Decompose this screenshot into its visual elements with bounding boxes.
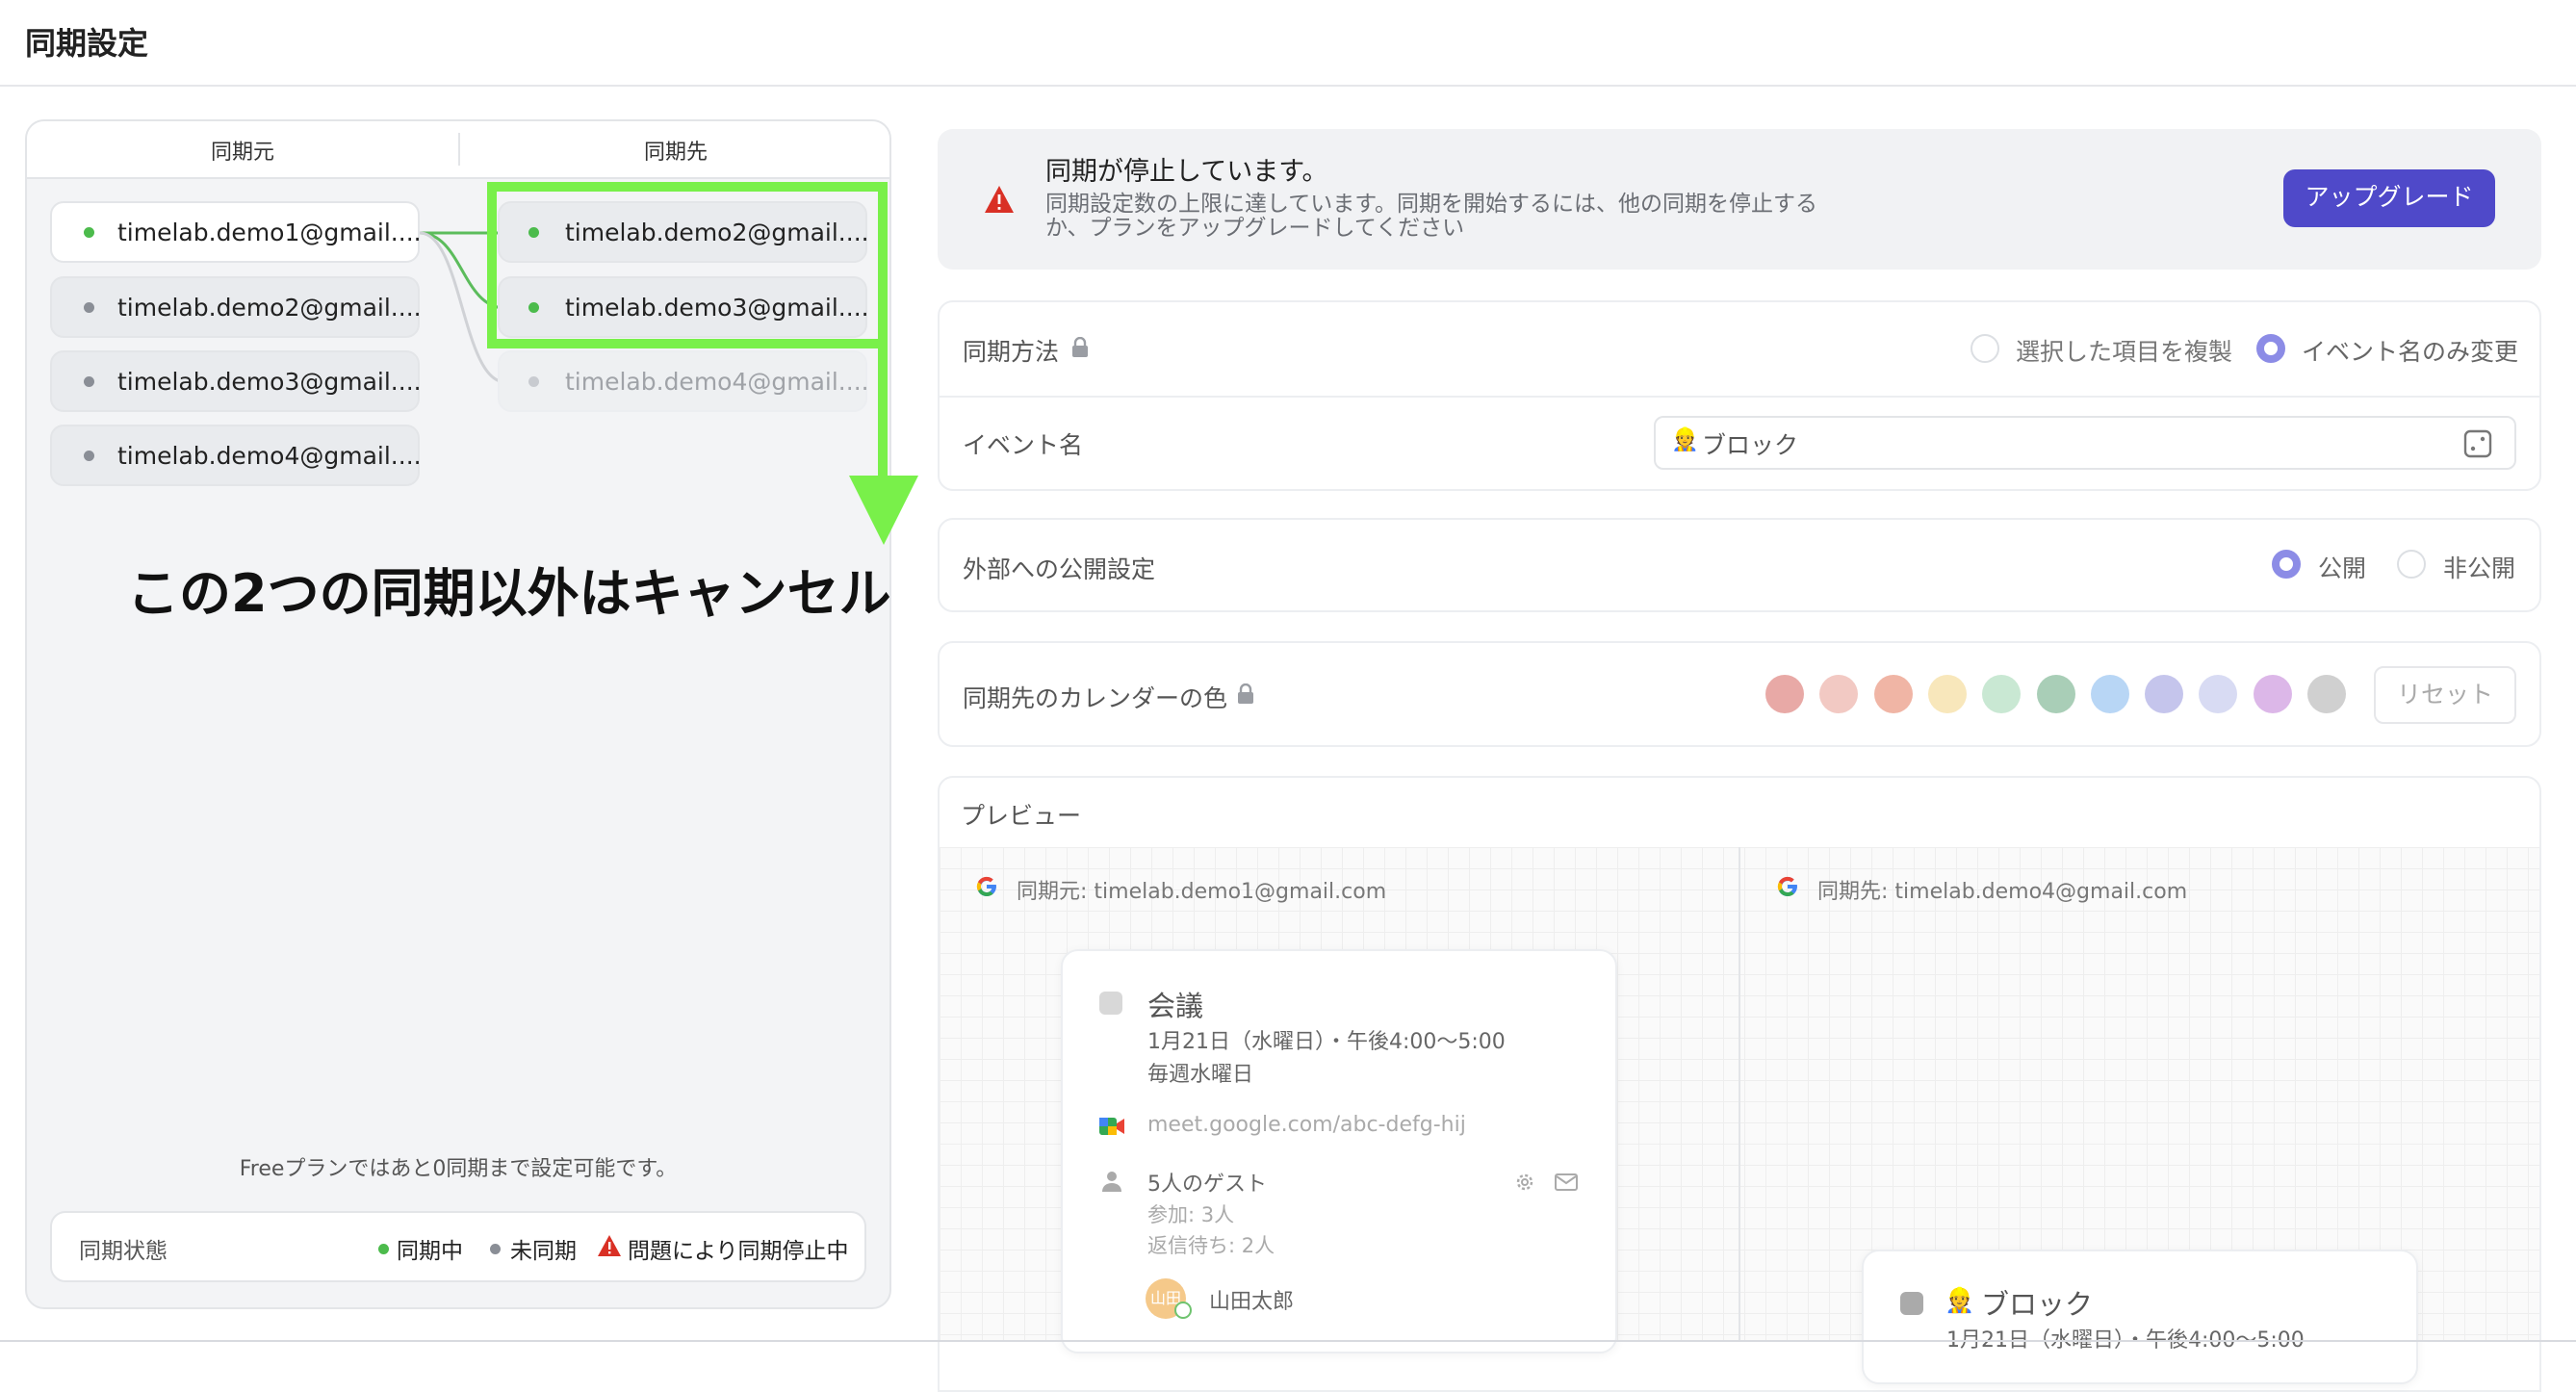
construction-worker-emoji: 👷 [1671, 427, 1699, 452]
option-rename-label[interactable]: イベント名のみ変更 [2302, 333, 2518, 368]
target-account-demo4[interactable]: timelab.demo4@gmail.... [498, 350, 869, 412]
person-icon [1102, 1172, 1121, 1192]
source-account-demo1[interactable]: timelab.demo1@gmail.... [50, 201, 422, 263]
source-email: timelab.demo4@gmail.... [117, 441, 422, 470]
accepted-check-icon [1174, 1302, 1192, 1319]
preview-title: プレビュー [961, 802, 1082, 830]
status-dot-synced [84, 227, 94, 238]
option-private-label[interactable]: 非公開 [2443, 550, 2515, 584]
alert-warning-icon [985, 186, 1014, 213]
google-icon [976, 876, 996, 897]
guest-attending: 参加: 3人 [1147, 1203, 1235, 1226]
legend-gray-dot [490, 1244, 501, 1254]
header-divider [0, 85, 2576, 87]
color-swatch[interactable] [1927, 675, 1967, 713]
alert-title: 同期が停止しています。 [1045, 157, 1328, 187]
source-account-demo4[interactable]: timelab.demo4@gmail.... [50, 425, 422, 486]
plan-note: Freeプランではあと0同期まで設定可能です。 [239, 1157, 678, 1181]
meet-link: meet.google.com/abc-defg-hij [1147, 1113, 1466, 1137]
option-public-label[interactable]: 公開 [2318, 550, 2366, 584]
reset-color-button[interactable]: リセット [2374, 666, 2516, 724]
status-dot-unsynced [84, 302, 94, 313]
upgrade-button[interactable]: アップグレード [2283, 169, 2495, 227]
highlight-arrowhead [849, 476, 918, 545]
event-title: 会議 [1147, 990, 1204, 1022]
preview-target-label: 同期先: timelab.demo4@gmail.com [1817, 880, 2188, 904]
highlight-arrow-shaft [878, 339, 888, 478]
synced-event-card [1862, 1250, 2418, 1384]
legend-stopped: 問題により同期停止中 [628, 1239, 849, 1264]
radio-private[interactable] [2397, 550, 2426, 579]
legend-green-dot [378, 1244, 389, 1254]
radio-copy-items[interactable] [1971, 334, 1999, 363]
lock-icon [1072, 337, 1088, 357]
status-dot-disabled [528, 376, 539, 387]
shuffle-dice-icon[interactable] [2462, 428, 2493, 459]
legend-title: 同期状態 [79, 1239, 167, 1264]
source-event-card [1061, 949, 1617, 1353]
radio-public[interactable] [2272, 550, 2301, 579]
color-swatch[interactable] [2090, 675, 2129, 713]
guest-count: 5人のゲスト [1147, 1173, 1267, 1197]
legend-unsynced: 未同期 [510, 1239, 577, 1264]
event-color-square [1099, 992, 1122, 1015]
visibility-card [938, 518, 2541, 612]
column-target-label: 同期先 [643, 141, 708, 165]
event-name-label: イベント名 [963, 431, 1084, 459]
source-account-demo2[interactable]: timelab.demo2@gmail.... [50, 276, 422, 338]
highlight-box [487, 182, 888, 348]
legend-syncing: 同期中 [397, 1239, 463, 1264]
email-icon [1555, 1173, 1578, 1191]
color-swatch[interactable] [2036, 675, 2075, 713]
construction-worker-emoji: 👷 [1945, 1286, 1975, 1314]
guest-name: 山田太郎 [1209, 1290, 1295, 1314]
source-account-demo3[interactable]: timelab.demo3@gmail.... [50, 350, 422, 412]
gear-icon [1516, 1173, 1533, 1191]
preview-source-label: 同期元: timelab.demo1@gmail.com [1017, 880, 1387, 904]
sync-status-legend: 同期状態 同期中 未同期 問題により同期停止中 [50, 1211, 866, 1282]
status-dot-unsynced [84, 376, 94, 387]
radio-rename-only[interactable] [2256, 334, 2285, 363]
annotation-text: この2つの同期以外はキャンセル [127, 563, 891, 624]
event-color-square [1900, 1292, 1923, 1315]
google-icon [1777, 876, 1797, 897]
alert-message: 同期設定数の上限に達しています。同期を開始するには、他の同期を停止するか、プラン… [1045, 192, 1818, 241]
event-recurrence: 毎週水曜日 [1147, 1063, 1254, 1087]
source-email: timelab.demo3@gmail.... [117, 367, 422, 396]
event-name-value: ブロック [1702, 431, 1799, 459]
event-datetime: 1月21日（水曜日）・午後4:00～5:00 [1147, 1030, 1506, 1054]
guest-pending: 返信待ち: 2人 [1147, 1234, 1275, 1257]
status-dot-unsynced [84, 451, 94, 461]
visibility-label: 外部への公開設定 [963, 555, 1156, 583]
target-email: timelab.demo4@gmail.... [565, 367, 869, 396]
source-email: timelab.demo2@gmail.... [117, 293, 422, 322]
card-divider [940, 396, 2539, 398]
page-title: 同期設定 [25, 25, 149, 62]
source-email: timelab.demo1@gmail.... [117, 218, 422, 246]
calendar-color-label: 同期先のカレンダーの色 [963, 684, 1228, 712]
column-source-label: 同期元 [210, 141, 274, 165]
synced-event-datetime: 1月21日（水曜日）・午後4:00～5:00 [1946, 1328, 2305, 1353]
color-swatch[interactable] [1982, 675, 2022, 713]
warning-icon [598, 1235, 621, 1256]
google-meet-icon [1099, 1118, 1124, 1135]
color-swatch[interactable] [2253, 675, 2292, 713]
color-swatch[interactable] [2307, 675, 2346, 713]
sync-method-label: 同期方法 [963, 338, 1060, 366]
color-swatch[interactable] [1873, 675, 1913, 713]
option-copy-label[interactable]: 選択した項目を複製 [2016, 333, 2232, 368]
synced-event-title: ブロック [1981, 1288, 2094, 1321]
preview-divider [1739, 847, 1740, 1342]
lock-icon [1238, 683, 1253, 704]
color-swatch[interactable] [1765, 675, 1804, 713]
color-swatch[interactable] [2145, 675, 2184, 713]
